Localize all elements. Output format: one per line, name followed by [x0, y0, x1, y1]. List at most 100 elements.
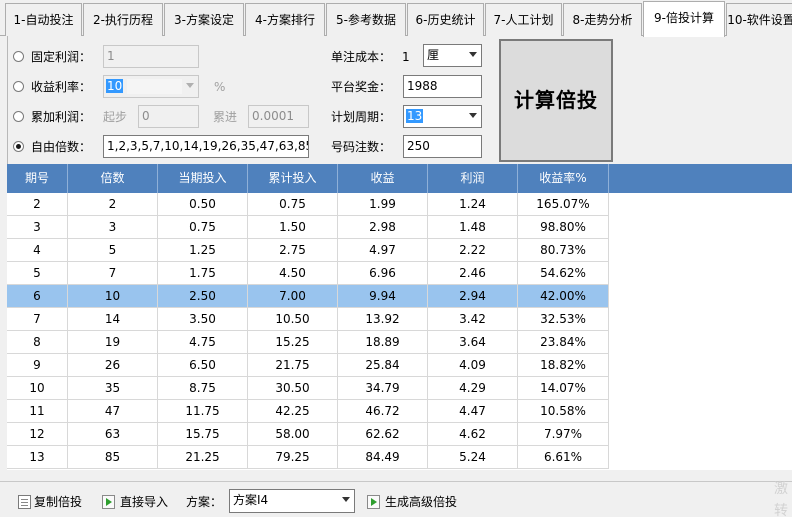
cell-total-input: 21.75: [248, 354, 338, 377]
profit-rate-radio[interactable]: [13, 81, 24, 92]
scheme-select[interactable]: 方案I4: [229, 489, 355, 513]
start-label: 起步: [103, 110, 128, 124]
tab-auto-bet[interactable]: 1-自动投注: [5, 3, 82, 36]
col-header-profit[interactable]: 利润: [428, 164, 518, 193]
table-row[interactable]: 10 35 8.75 30.50 34.79 4.29 14.07%: [7, 377, 609, 400]
copy-icon[interactable]: [18, 495, 31, 509]
platform-bonus-label: 平台奖金：: [331, 80, 392, 94]
table-row[interactable]: 3 3 0.75 1.50 2.98 1.48 98.80%: [7, 216, 609, 239]
table-row[interactable]: 13 85 21.25 79.25 84.49 5.24 6.61%: [7, 446, 609, 469]
col-header-current-input[interactable]: 当期投入: [158, 164, 248, 193]
plan-period-select[interactable]: 13: [403, 105, 482, 128]
watermark-text: 转: [774, 503, 788, 517]
table-row[interactable]: 12 63 15.75 58.00 62.62 4.62 7.97%: [7, 423, 609, 446]
table-row[interactable]: 9 26 6.50 21.75 25.84 4.09 18.82%: [7, 354, 609, 377]
cell-period: 7: [7, 308, 68, 331]
cell-total-input: 0.75: [248, 193, 338, 216]
cell-total-input: 30.50: [248, 377, 338, 400]
cell-revenue: 13.92: [338, 308, 428, 331]
cell-return-rate: 14.07%: [518, 377, 609, 400]
free-multiplier-input[interactable]: 1,2,3,5,7,10,14,19,26,35,47,63,85: [103, 135, 309, 158]
tab-history-run[interactable]: 2-执行历程: [83, 3, 163, 36]
cell-multiplier: 5: [68, 239, 158, 262]
cell-multiplier: 3: [68, 216, 158, 239]
col-header-revenue[interactable]: 收益: [338, 164, 428, 193]
plan-period-value: 13: [406, 109, 424, 123]
cell-period: 6: [7, 285, 68, 308]
cell-current-input: 4.75: [158, 331, 248, 354]
tab-trend-analysis[interactable]: 8-走势分析: [563, 3, 642, 36]
import-arrow-icon[interactable]: [102, 495, 115, 509]
tab-manual-plan[interactable]: 7-人工计划: [485, 3, 562, 36]
calc-settings-panel: 固定利润： 1 收益利率： 10 % 累加利润： 起步 0 累进 0.0001 …: [7, 36, 792, 164]
cell-profit: 2.94: [428, 285, 518, 308]
generate-advanced-button[interactable]: 生成高级倍投: [385, 494, 457, 510]
unit-cost-unit-select[interactable]: 厘: [423, 44, 482, 67]
calculate-button[interactable]: 计算倍投: [499, 39, 613, 162]
cell-revenue: 4.97: [338, 239, 428, 262]
table-row[interactable]: 2 2 0.50 0.75 1.99 1.24 165.07%: [7, 193, 609, 216]
col-header-multiplier[interactable]: 倍数: [68, 164, 158, 193]
cell-return-rate: 98.80%: [518, 216, 609, 239]
cell-revenue: 2.98: [338, 216, 428, 239]
table-row[interactable]: 6 10 2.50 7.00 9.94 2.94 42.00%: [7, 285, 609, 308]
tab-software-settings[interactable]: 10-软件设置: [726, 3, 792, 36]
grid-header: 期号 倍数 当期投入 累计投入 收益 利润 收益率%: [7, 164, 792, 193]
cell-total-input: 1.50: [248, 216, 338, 239]
platform-bonus-input[interactable]: 1988: [403, 75, 482, 98]
cell-multiplier: 47: [68, 400, 158, 423]
col-header-period[interactable]: 期号: [7, 164, 68, 193]
unit-cost-value: 1: [402, 50, 410, 64]
tab-multiplier-calc[interactable]: 9-倍投计算: [643, 1, 725, 37]
table-row[interactable]: 11 47 11.75 42.25 46.72 4.47 10.58%: [7, 400, 609, 423]
table-row[interactable]: 7 14 3.50 10.50 13.92 3.42 32.53%: [7, 308, 609, 331]
cell-profit: 1.48: [428, 216, 518, 239]
bottom-toolbar: 复制倍投 直接导入 方案： 方案I4 生成高级倍投 激 转: [0, 481, 792, 517]
chevron-down-icon: [469, 113, 477, 118]
watermark-text: 激: [774, 481, 788, 497]
profit-rate-label: 收益利率：: [31, 80, 92, 94]
fixed-profit-radio[interactable]: [13, 51, 24, 62]
tab-scheme-settings[interactable]: 3-方案设定: [164, 3, 244, 36]
cell-period: 3: [7, 216, 68, 239]
tab-history-stats[interactable]: 6-历史统计: [407, 3, 484, 36]
table-row[interactable]: 4 5 1.25 2.75 4.97 2.22 80.73%: [7, 239, 609, 262]
cell-revenue: 25.84: [338, 354, 428, 377]
col-header-return-rate[interactable]: 收益率%: [518, 164, 609, 193]
cell-current-input: 6.50: [158, 354, 248, 377]
scheme-label: 方案：: [186, 495, 223, 509]
chevron-down-icon: [342, 497, 350, 502]
cell-total-input: 58.00: [248, 423, 338, 446]
tab-reference-data[interactable]: 5-参考数据: [326, 3, 406, 36]
tab-scheme-ranking[interactable]: 4-方案排行: [245, 3, 325, 36]
table-row[interactable]: 8 19 4.75 15.25 18.89 3.64 23.84%: [7, 331, 609, 354]
cell-revenue: 62.62: [338, 423, 428, 446]
cell-return-rate: 10.58%: [518, 400, 609, 423]
cell-current-input: 0.50: [158, 193, 248, 216]
start-input[interactable]: 0: [138, 105, 199, 128]
fixed-profit-input[interactable]: 1: [103, 45, 199, 68]
cell-return-rate: 23.84%: [518, 331, 609, 354]
chevron-down-icon: [186, 83, 194, 88]
profit-rate-value: 10: [106, 79, 124, 93]
free-multiplier-radio[interactable]: [13, 141, 24, 152]
cell-multiplier: 35: [68, 377, 158, 400]
copy-multiplier-button[interactable]: 复制倍投: [34, 494, 82, 510]
cell-current-input: 8.75: [158, 377, 248, 400]
generate-arrow-icon[interactable]: [367, 495, 380, 509]
cell-profit: 2.46: [428, 262, 518, 285]
cell-return-rate: 6.61%: [518, 446, 609, 469]
step-input[interactable]: 0.0001: [248, 105, 309, 128]
bet-count-input[interactable]: 250: [403, 135, 482, 158]
col-header-total-input[interactable]: 累计投入: [248, 164, 338, 193]
cell-revenue: 18.89: [338, 331, 428, 354]
table-row[interactable]: 5 7 1.75 4.50 6.96 2.46 54.62%: [7, 262, 609, 285]
cell-total-input: 10.50: [248, 308, 338, 331]
cell-profit: 4.29: [428, 377, 518, 400]
direct-import-button[interactable]: 直接导入: [120, 494, 168, 510]
cell-period: 10: [7, 377, 68, 400]
cell-return-rate: 80.73%: [518, 239, 609, 262]
cumulative-profit-radio[interactable]: [13, 111, 24, 122]
profit-rate-select[interactable]: 10: [103, 75, 199, 98]
cell-return-rate: 165.07%: [518, 193, 609, 216]
